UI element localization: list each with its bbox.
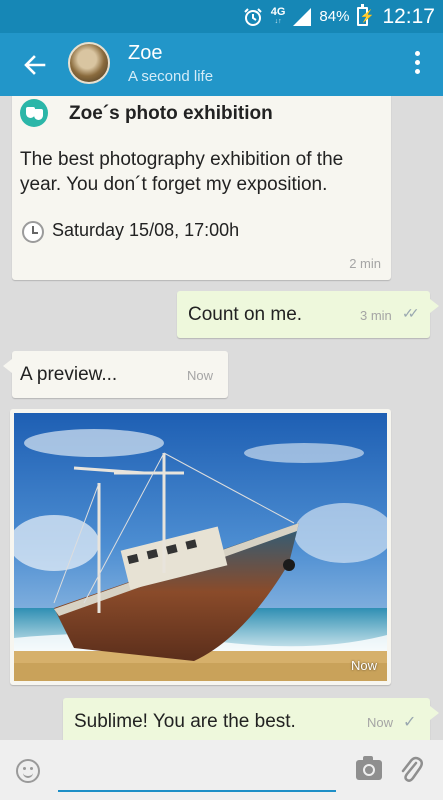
conversation-header: Zoe A second life: [0, 33, 443, 96]
network-activity: ↓↑: [274, 17, 282, 25]
clock-icon: [22, 221, 44, 243]
message-time: 3 min: [360, 308, 392, 323]
message-text: Sublime! You are the best.: [74, 711, 296, 732]
more-vert-icon[interactable]: [415, 51, 421, 75]
check-icon: ✓: [403, 714, 417, 731]
shared-photo[interactable]: Now: [14, 413, 387, 681]
status-bar: 4G ↓↑ 84% ⚡ 12:17: [0, 0, 443, 33]
avatar[interactable]: [68, 42, 110, 84]
message-text: Count on me.: [188, 304, 303, 325]
emoji-icon[interactable]: [16, 759, 40, 783]
event-date: Saturday 15/08, 17:00h: [52, 220, 240, 240]
outgoing-message[interactable]: Count on me. 3 min ✓✓: [177, 291, 439, 338]
message-text: A preview...: [20, 364, 118, 385]
message-time: Now: [367, 715, 394, 730]
network-indicator: 4G ↓↑: [271, 6, 286, 27]
back-arrow-icon[interactable]: [20, 50, 50, 80]
attach-icon[interactable]: [398, 755, 424, 785]
message-input[interactable]: [58, 754, 336, 792]
double-check-icon: ✓✓: [402, 305, 420, 321]
message-time: Now: [350, 658, 377, 673]
event-title: Zoe´s photo exhibition: [69, 103, 273, 124]
message-time: 2 min: [349, 256, 381, 271]
composer-bar: [0, 740, 443, 800]
event-description: The best photography exhibition of the y…: [20, 149, 344, 195]
message-time: Now: [187, 368, 214, 383]
contact-status: A second life: [128, 68, 214, 85]
contact-name[interactable]: Zoe: [128, 42, 162, 65]
camera-icon[interactable]: [356, 756, 382, 780]
battery-percent: 84%: [319, 8, 350, 25]
event-message[interactable]: Zoe´s photo exhibition The best photogra…: [12, 96, 391, 280]
boat-photo-image: [14, 413, 387, 681]
signal-icon: [293, 7, 312, 26]
event-mask-icon: [20, 99, 48, 127]
incoming-message[interactable]: A preview... Now: [3, 351, 228, 398]
battery-icon: ⚡: [357, 4, 374, 26]
message-list[interactable]: Zoe´s photo exhibition The best photogra…: [0, 96, 443, 740]
clock-time: 12:17: [382, 4, 435, 28]
outgoing-message[interactable]: Sublime! You are the best. Now ✓: [63, 698, 439, 740]
alarm-icon: [244, 7, 262, 26]
